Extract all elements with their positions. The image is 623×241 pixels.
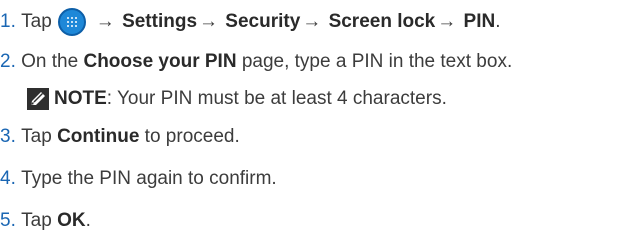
step-text: Tap [21,11,52,32]
note-text: : Your PIN must be at least 4 characters… [106,88,447,109]
arrow: → [302,11,322,32]
step-5: 5. Tap OK . [0,209,91,233]
step-text: Tap [21,210,52,231]
step-number: 3. [0,126,16,147]
step-number: 1. [0,11,16,32]
step-2: 2. On the Choose your PIN page, type a P… [0,50,512,74]
step-4: 4. Type the PIN again to confirm. [0,167,277,191]
step-3: 3. Tap Continue to proceed. [0,125,240,149]
continue-label: Continue [57,126,140,147]
apps-icon [57,8,86,36]
pin-label: PIN [463,11,496,32]
note: NOTE : Your PIN must be at least 4 chara… [27,87,447,111]
screen-lock-label: Screen lock [328,11,436,32]
step-number: 5. [0,210,16,231]
arrow: → [95,11,115,32]
ok-label: OK [57,210,86,231]
period: . [495,11,501,32]
choose-pin-label: Choose your PIN [83,51,237,72]
step-text: page, type a PIN in the text box. [241,51,513,72]
step-text: On the [21,51,79,72]
arrow: → [199,11,219,32]
step-1: 1. Tap → Settings → Security → Screen lo… [0,8,500,36]
period: . [85,210,91,231]
step-number: 2. [0,51,16,72]
arrow: → [437,11,457,32]
step-text: Tap [21,126,52,147]
settings-label: Settings [122,11,198,32]
step-text: to proceed. [144,126,240,147]
step-number: 4. [0,168,16,189]
security-label: Security [225,11,301,32]
note-pencil-icon [27,88,49,110]
note-label: NOTE [54,88,107,109]
step-text: Type the PIN again to confirm. [21,168,277,189]
